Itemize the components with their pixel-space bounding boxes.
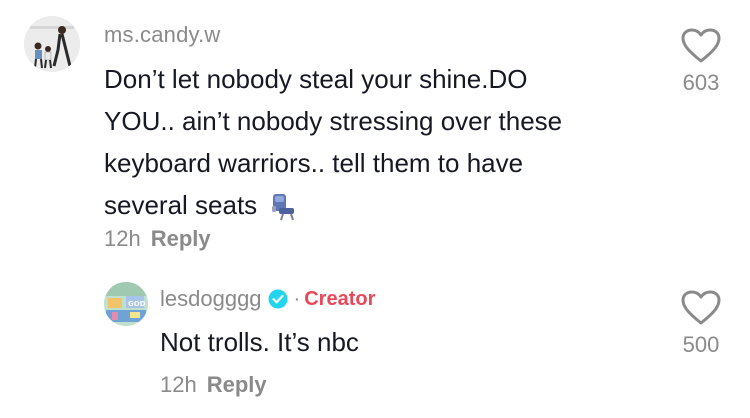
heart-outline-icon[interactable] [681,290,721,326]
comment-text-line: keyboard warriors.. tell them to have [104,148,524,178]
reply-avatar[interactable]: GOD [104,282,148,326]
comment-item: ms.candy.w Don’t let nobody steal your s… [0,0,750,270]
reply-time: 12h [160,372,197,397]
reply-text: Not trolls. It’s nbc [160,327,359,357]
seat-emoji-icon [272,194,295,221]
reply-item: GOD lesdogggg · Creator Not trolls. It’s… [0,270,750,418]
comment-text-line-content: several seats [104,190,258,220]
reply-username[interactable]: lesdogggg [160,286,262,312]
creator-badge: Creator [304,287,376,310]
like-button[interactable]: 603 [676,28,726,96]
reply-button[interactable]: Reply [151,226,211,251]
verified-badge-icon [268,289,288,309]
heart-outline-icon[interactable] [681,28,721,64]
comment-text-line: Don’t let nobody steal your shine.DO [104,64,528,94]
like-button[interactable]: 500 [676,290,726,358]
comment-text-line: several seats [104,184,664,226]
comment-time: 12h [104,226,141,251]
like-count: 500 [682,332,720,357]
reply-button[interactable]: Reply [207,372,267,397]
comment-meta: 12h Reply [104,226,211,252]
avatar-image: GOD [104,282,148,326]
comment-text: Don’t let nobody steal your shine.DO YOU… [104,58,664,226]
comment-text-line: YOU.. ain’t nobody stressing over these [104,106,563,136]
reply-meta: 12h Reply [160,372,267,398]
separator-dot: · [293,287,301,310]
svg-text:GOD: GOD [128,300,146,308]
avatar[interactable] [24,16,80,72]
comment-username[interactable]: ms.candy.w [104,22,221,48]
like-count: 603 [682,70,720,95]
avatar-image [24,16,80,72]
reply-username-row: lesdogggg · Creator [160,286,375,312]
